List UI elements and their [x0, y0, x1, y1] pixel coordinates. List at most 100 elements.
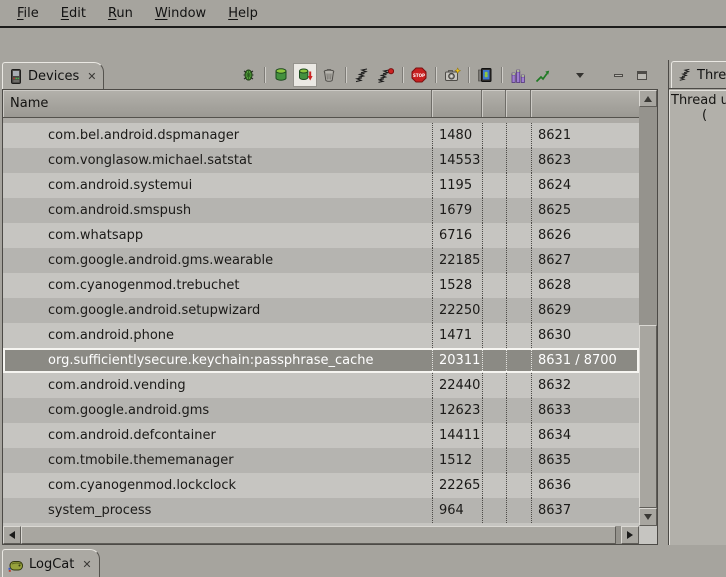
cell-e1 [482, 398, 506, 423]
update-threads-button[interactable] [350, 63, 374, 87]
scroll-up-button[interactable] [639, 90, 657, 107]
table-row[interactable]: com.google.android.gms.wearable221858627 [3, 248, 639, 273]
cell-e2 [506, 223, 531, 248]
threads-content: Thread up ( [669, 90, 726, 545]
threads-view: Threads Thread up ( [668, 60, 726, 545]
dump-hprof-icon [297, 67, 313, 83]
profiler-arrow-button[interactable] [530, 63, 554, 87]
cell-pid: 1471 [432, 323, 482, 348]
cell-e2 [506, 398, 531, 423]
cell-name: com.google.android.gms [3, 398, 432, 423]
table-row[interactable]: com.cyanogenmod.lockclock222658636 [3, 473, 639, 498]
table-row[interactable]: com.android.smspush16798625 [3, 198, 639, 223]
tab-logcat[interactable]: LogCat ✕ [2, 549, 100, 577]
table-row[interactable]: com.android.phone14718630 [3, 323, 639, 348]
dump-hprof-button[interactable] [293, 63, 317, 87]
scroll-down-button[interactable] [639, 508, 657, 526]
scroll-right-button[interactable] [621, 526, 639, 544]
svg-text:STOP: STOP [413, 73, 425, 78]
tab-threads[interactable]: Threads [671, 61, 726, 88]
cell-e1 [482, 148, 506, 173]
table-row[interactable]: com.google.android.setupwizard22250 8629 [3, 298, 639, 323]
panel-sash[interactable] [660, 60, 668, 545]
cell-pid: 1195 [432, 173, 482, 198]
table-row[interactable]: com.whatsapp67168626 [3, 223, 639, 248]
menu-window[interactable]: Window [144, 3, 217, 24]
cell-e2 [506, 298, 531, 323]
table-row[interactable]: com.android.vending224408632 [3, 373, 639, 398]
close-icon[interactable]: ✕ [82, 558, 91, 571]
menu-file[interactable]: File [6, 3, 50, 24]
cell-pid: 20311 [432, 348, 482, 373]
phone-icon [9, 69, 23, 84]
column-header-3[interactable] [506, 90, 531, 117]
table-row[interactable]: com.tmobile.thememanager15128635 [3, 448, 639, 473]
scroll-left-button[interactable] [3, 526, 21, 544]
cause-gc-button[interactable] [317, 63, 341, 87]
cell-port: 8629 [531, 298, 639, 323]
menu-run[interactable]: Run [97, 3, 144, 24]
menu-bar: FileEditRunWindowHelp [0, 0, 726, 28]
cell-e2 [506, 148, 531, 173]
debug-attach-icon [240, 67, 257, 83]
table-row[interactable]: com.android.systemui11958624 [3, 173, 639, 198]
cell-name: system_process [3, 498, 432, 523]
minimize-icon [614, 74, 623, 77]
table-row[interactable]: com.cyanogenmod.trebuchet15288628 [3, 273, 639, 298]
table-row[interactable]: com.android.defcontainer144118634 [3, 423, 639, 448]
arrow-right-icon [627, 531, 633, 539]
cell-e2 [506, 273, 531, 298]
table-row[interactable]: com.bel.android.dspmanager14808621 [3, 123, 639, 148]
cell-e2 [506, 123, 531, 148]
debug-attach-button[interactable] [236, 63, 260, 87]
method-profiling-icon [510, 68, 526, 83]
view-hierarchy-button[interactable] [473, 63, 497, 87]
table-row[interactable]: system_process9648637 [3, 498, 639, 523]
update-heap-button[interactable] [269, 63, 293, 87]
screen-capture-button[interactable] [440, 63, 464, 87]
cell-e2 [506, 373, 531, 398]
cell-name: com.android.phone [3, 323, 432, 348]
minimize-button[interactable] [606, 63, 630, 87]
column-header-pid[interactable] [432, 90, 482, 117]
table-row[interactable]: org.sufficientlysecure.keychain:passphra… [3, 348, 639, 373]
cell-name: com.whatsapp [3, 223, 432, 248]
cell-port: 8635 [531, 448, 639, 473]
tab-devices[interactable]: Devices ✕ [2, 62, 104, 89]
cell-name: org.sufficientlysecure.keychain:passphra… [3, 348, 432, 373]
cell-e1 [482, 173, 506, 198]
cell-name: com.google.android.gms.wearable [3, 248, 432, 273]
horizontal-scrollbar[interactable] [3, 526, 639, 544]
vertical-scrollbar[interactable] [639, 90, 657, 526]
cell-name: com.cyanogenmod.trebuchet [3, 273, 432, 298]
close-icon[interactable]: ✕ [87, 71, 96, 82]
menu-help[interactable]: Help [217, 3, 269, 24]
cell-port: 8625 [531, 198, 639, 223]
method-profiling-button[interactable] [506, 63, 530, 87]
table-row[interactable]: com.google.android.gms126238633 [3, 398, 639, 423]
view-menu-button[interactable] [568, 63, 592, 87]
stop-process-button[interactable]: STOP [407, 63, 431, 87]
cell-name: com.android.smspush [3, 198, 432, 223]
cell-e1 [482, 498, 506, 523]
cell-pid: 22250 [432, 298, 482, 323]
column-header-2[interactable] [482, 90, 506, 117]
dump-threads-button[interactable] [374, 63, 398, 87]
table-row[interactable]: com.vonglasow.michael.satstat145538623 [3, 148, 639, 173]
maximize-button[interactable] [630, 63, 654, 87]
cell-name: com.google.android.setupwizard [3, 298, 432, 323]
threads-message-line2: ( [671, 108, 726, 123]
cell-name: com.android.defcontainer [3, 423, 432, 448]
cell-e1 [482, 423, 506, 448]
threads-icon [678, 68, 692, 82]
column-header-name[interactable]: Name [3, 90, 432, 117]
horizontal-scrollbar-thumb[interactable] [21, 526, 616, 544]
cell-pid: 22440 [432, 373, 482, 398]
cell-e2 [506, 173, 531, 198]
arrow-up-icon [644, 96, 652, 102]
column-header-port[interactable] [531, 90, 639, 117]
cell-e1 [482, 123, 506, 148]
vertical-scrollbar-thumb[interactable] [639, 325, 657, 508]
toolbar-separator [435, 67, 436, 83]
menu-edit[interactable]: Edit [50, 3, 97, 24]
